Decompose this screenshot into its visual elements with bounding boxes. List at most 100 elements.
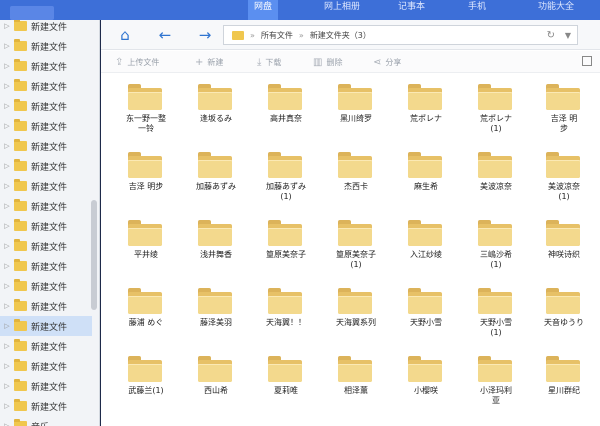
folder-item[interactable]: 天野小雪 (391, 278, 461, 344)
tab-phone[interactable]: 手机 (462, 0, 492, 20)
expand-arrow-icon[interactable]: ▷ (3, 182, 11, 190)
sidebar-item[interactable]: ▷ 新建文件 (0, 276, 92, 296)
sidebar-item-label: 音乐 (31, 420, 49, 426)
folder-item[interactable]: 逢坂るみ (181, 74, 251, 140)
refresh-icon[interactable]: ↻ (547, 30, 555, 41)
expand-arrow-icon[interactable]: ▷ (3, 162, 11, 170)
sidebar-item[interactable]: ▷ 新建文件 (0, 156, 92, 176)
sidebar-item-music[interactable]: ▷ 音乐 (0, 416, 92, 426)
folder-item[interactable]: 藤泽美羽 (181, 278, 251, 344)
sidebar-item[interactable]: ▷ 新建文件 (0, 136, 92, 156)
chevron-down-icon[interactable]: ▼ (565, 31, 571, 40)
expand-arrow-icon[interactable]: ▷ (3, 382, 11, 390)
expand-arrow-icon[interactable]: ▷ (3, 42, 11, 50)
expand-arrow-icon[interactable]: ▷ (3, 222, 11, 230)
breadcrumb[interactable]: » 所有文件 » 新建文件夹（3） ↻ ▼ (223, 25, 578, 45)
sidebar-item[interactable]: ▷ 新建文件 (0, 36, 92, 56)
expand-arrow-icon[interactable]: ▷ (3, 302, 11, 310)
sidebar-item[interactable]: ▷ 新建文件 (0, 376, 92, 396)
folder-item[interactable]: 天野小雪 (1) (461, 278, 531, 344)
folder-item[interactable]: 麻生希 (391, 142, 461, 208)
new-folder-button[interactable]: + 新建 (195, 55, 223, 69)
sidebar-item[interactable]: ▷ 新建文件 (0, 396, 92, 416)
tab-netdisk[interactable]: 网盘 (248, 0, 279, 20)
folder-item[interactable]: 美波凉奈 (461, 142, 531, 208)
folder-item[interactable]: 平井绫 (111, 210, 181, 276)
folder-item[interactable]: 荒ポレナ (391, 74, 461, 140)
folder-item[interactable]: 黑川绮罗 (321, 74, 391, 140)
folder-item[interactable]: 神咲诗织 (529, 210, 599, 276)
breadcrumb-current-folder[interactable]: 新建文件夹（3） (310, 30, 371, 41)
expand-arrow-icon[interactable]: ▷ (3, 422, 11, 426)
folder-item[interactable]: 三嶋沙希 (1) (461, 210, 531, 276)
expand-arrow-icon[interactable]: ▷ (3, 282, 11, 290)
expand-arrow-icon[interactable]: ▷ (3, 22, 11, 30)
tab-all-features[interactable]: 功能大全 (532, 0, 580, 20)
home-icon[interactable]: ⌂ (115, 25, 135, 45)
folder-item[interactable]: 杰西卡 (321, 142, 391, 208)
folder-item[interactable]: 吉泽 明步 (111, 142, 181, 208)
sidebar-item[interactable]: ▷ 新建文件 (0, 176, 92, 196)
sidebar-item-selected[interactable]: ▷ 新建文件 (0, 316, 92, 336)
arrow-left-icon[interactable]: ← (155, 25, 175, 45)
folder-item[interactable]: 荒ポレナ (1) (461, 74, 531, 140)
folder-item[interactable]: 天海翼系列 (321, 278, 391, 344)
sidebar-item[interactable]: ▷ 新建文件 (0, 76, 92, 96)
sidebar-scrollbar[interactable] (91, 200, 97, 310)
sidebar-item[interactable]: ▷ 新建文件 (0, 56, 92, 76)
folder-item[interactable]: 加藤あずみ (181, 142, 251, 208)
sidebar-item[interactable]: ▷ 新建文件 (0, 96, 92, 116)
folder-item[interactable]: 夏莉唯 (251, 346, 321, 412)
delete-button[interactable]: ▥ 删除 (313, 55, 342, 69)
folder-item[interactable]: 篁原美奈子 (251, 210, 321, 276)
folder-item[interactable]: 天音ゆうり (529, 278, 599, 344)
expand-arrow-icon[interactable]: ▷ (3, 142, 11, 150)
sidebar-item[interactable]: ▷ 新建文件 (0, 20, 92, 36)
folder-item[interactable]: 小樱咲 (391, 346, 461, 412)
folder-item[interactable]: 加藤あずみ (1) (251, 142, 321, 208)
view-mode-icon[interactable] (582, 56, 592, 66)
folder-item[interactable]: 小泽玛利 亚 (461, 346, 531, 412)
folder-item[interactable]: 西山希 (181, 346, 251, 412)
expand-arrow-icon[interactable]: ▷ (3, 82, 11, 90)
upload-button[interactable]: ⇪ 上传文件 (115, 55, 159, 69)
expand-arrow-icon[interactable]: ▷ (3, 122, 11, 130)
sidebar-item-label: 新建文件 (31, 382, 68, 393)
download-button[interactable]: ⤓ 下载 (257, 55, 281, 69)
folder-item[interactable]: 武藤兰(1) (111, 346, 181, 412)
tab-online-album[interactable]: 网上相册 (318, 0, 366, 20)
sidebar-item[interactable]: ▷ 新建文件 (0, 356, 92, 376)
folder-item[interactable]: 入江纱绫 (391, 210, 461, 276)
sidebar-item[interactable]: ▷ 新建文件 (0, 116, 92, 136)
expand-arrow-icon[interactable]: ▷ (3, 322, 11, 330)
folder-item[interactable]: 天海翼！！ (251, 278, 321, 344)
sidebar-item[interactable]: ▷ 新建文件 (0, 196, 92, 216)
app-logo-button[interactable] (10, 6, 54, 20)
arrow-right-icon[interactable]: → (195, 25, 215, 45)
sidebar-item[interactable]: ▷ 新建文件 (0, 256, 92, 276)
expand-arrow-icon[interactable]: ▷ (3, 202, 11, 210)
folder-item[interactable]: 美波凉奈 (1) (529, 142, 599, 208)
sidebar-item[interactable]: ▷ 新建文件 (0, 296, 92, 316)
breadcrumb-all-files[interactable]: 所有文件 (261, 30, 293, 41)
sidebar-item[interactable]: ▷ 新建文件 (0, 336, 92, 356)
tab-notepad[interactable]: 记事本 (392, 0, 431, 20)
folder-item[interactable]: 浅井舞香 (181, 210, 251, 276)
folder-item[interactable]: 东一野一整 一铃 (111, 74, 181, 140)
expand-arrow-icon[interactable]: ▷ (3, 342, 11, 350)
folder-item[interactable]: 高井真奈 (251, 74, 321, 140)
expand-arrow-icon[interactable]: ▷ (3, 362, 11, 370)
expand-arrow-icon[interactable]: ▷ (3, 102, 11, 110)
sidebar-item[interactable]: ▷ 新建文件 (0, 236, 92, 256)
expand-arrow-icon[interactable]: ▷ (3, 402, 11, 410)
share-button[interactable]: ⋖ 分享 (373, 55, 401, 69)
folder-item[interactable]: 星川群纪 (529, 346, 599, 412)
sidebar-item[interactable]: ▷ 新建文件 (0, 216, 92, 236)
folder-item[interactable]: 篁原美奈子 (1) (321, 210, 391, 276)
expand-arrow-icon[interactable]: ▷ (3, 262, 11, 270)
folder-item[interactable]: 藤浦 めぐ (111, 278, 181, 344)
folder-item[interactable]: 相泽薰 (321, 346, 391, 412)
expand-arrow-icon[interactable]: ▷ (3, 242, 11, 250)
expand-arrow-icon[interactable]: ▷ (3, 62, 11, 70)
folder-item[interactable]: 吉泽 明 步 (529, 74, 599, 140)
